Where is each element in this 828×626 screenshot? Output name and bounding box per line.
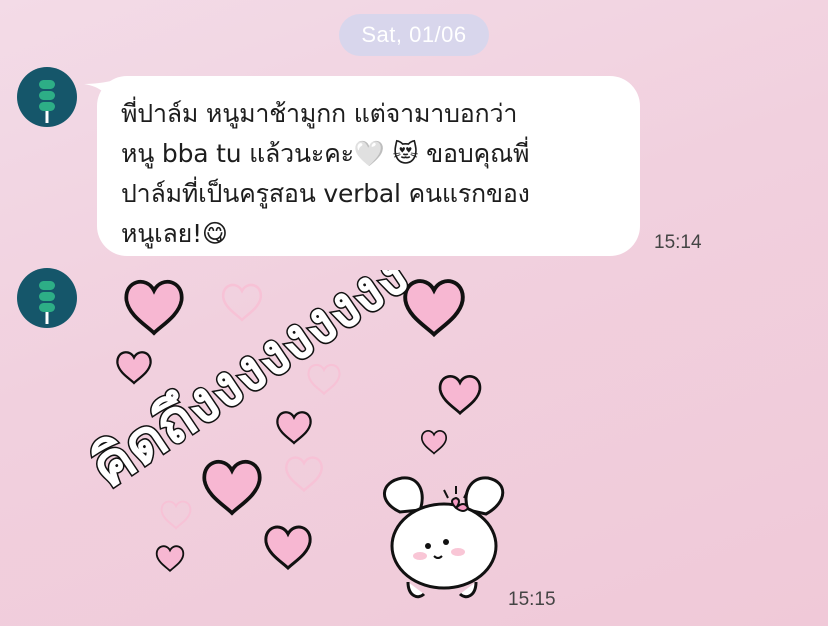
message-text: พี่ปาล์ม หนูมาช้ามูกก แต่จามาบอกว่า หนู …: [121, 99, 530, 248]
message-bubble[interactable]: พี่ปาล์ม หนูมาช้ามูกก แต่จามาบอกว่า หนู …: [97, 76, 640, 256]
pink-hearts-bunny-sticker: คิดถึงงงงงงงงง: [76, 239, 505, 599]
sticker-message[interactable]: คิดถึงงงงงงงงง: [76, 239, 510, 610]
message-time: 15:15: [508, 589, 556, 610]
message-time: 15:14: [654, 232, 702, 253]
sender-avatar[interactable]: [17, 268, 77, 328]
green-figure-avatar-icon: [39, 80, 55, 123]
green-figure-avatar-icon: [39, 281, 55, 324]
sender-avatar[interactable]: [17, 67, 77, 127]
date-separator: Sat, 01/06: [339, 14, 489, 56]
bunny-character-icon: [383, 476, 505, 599]
